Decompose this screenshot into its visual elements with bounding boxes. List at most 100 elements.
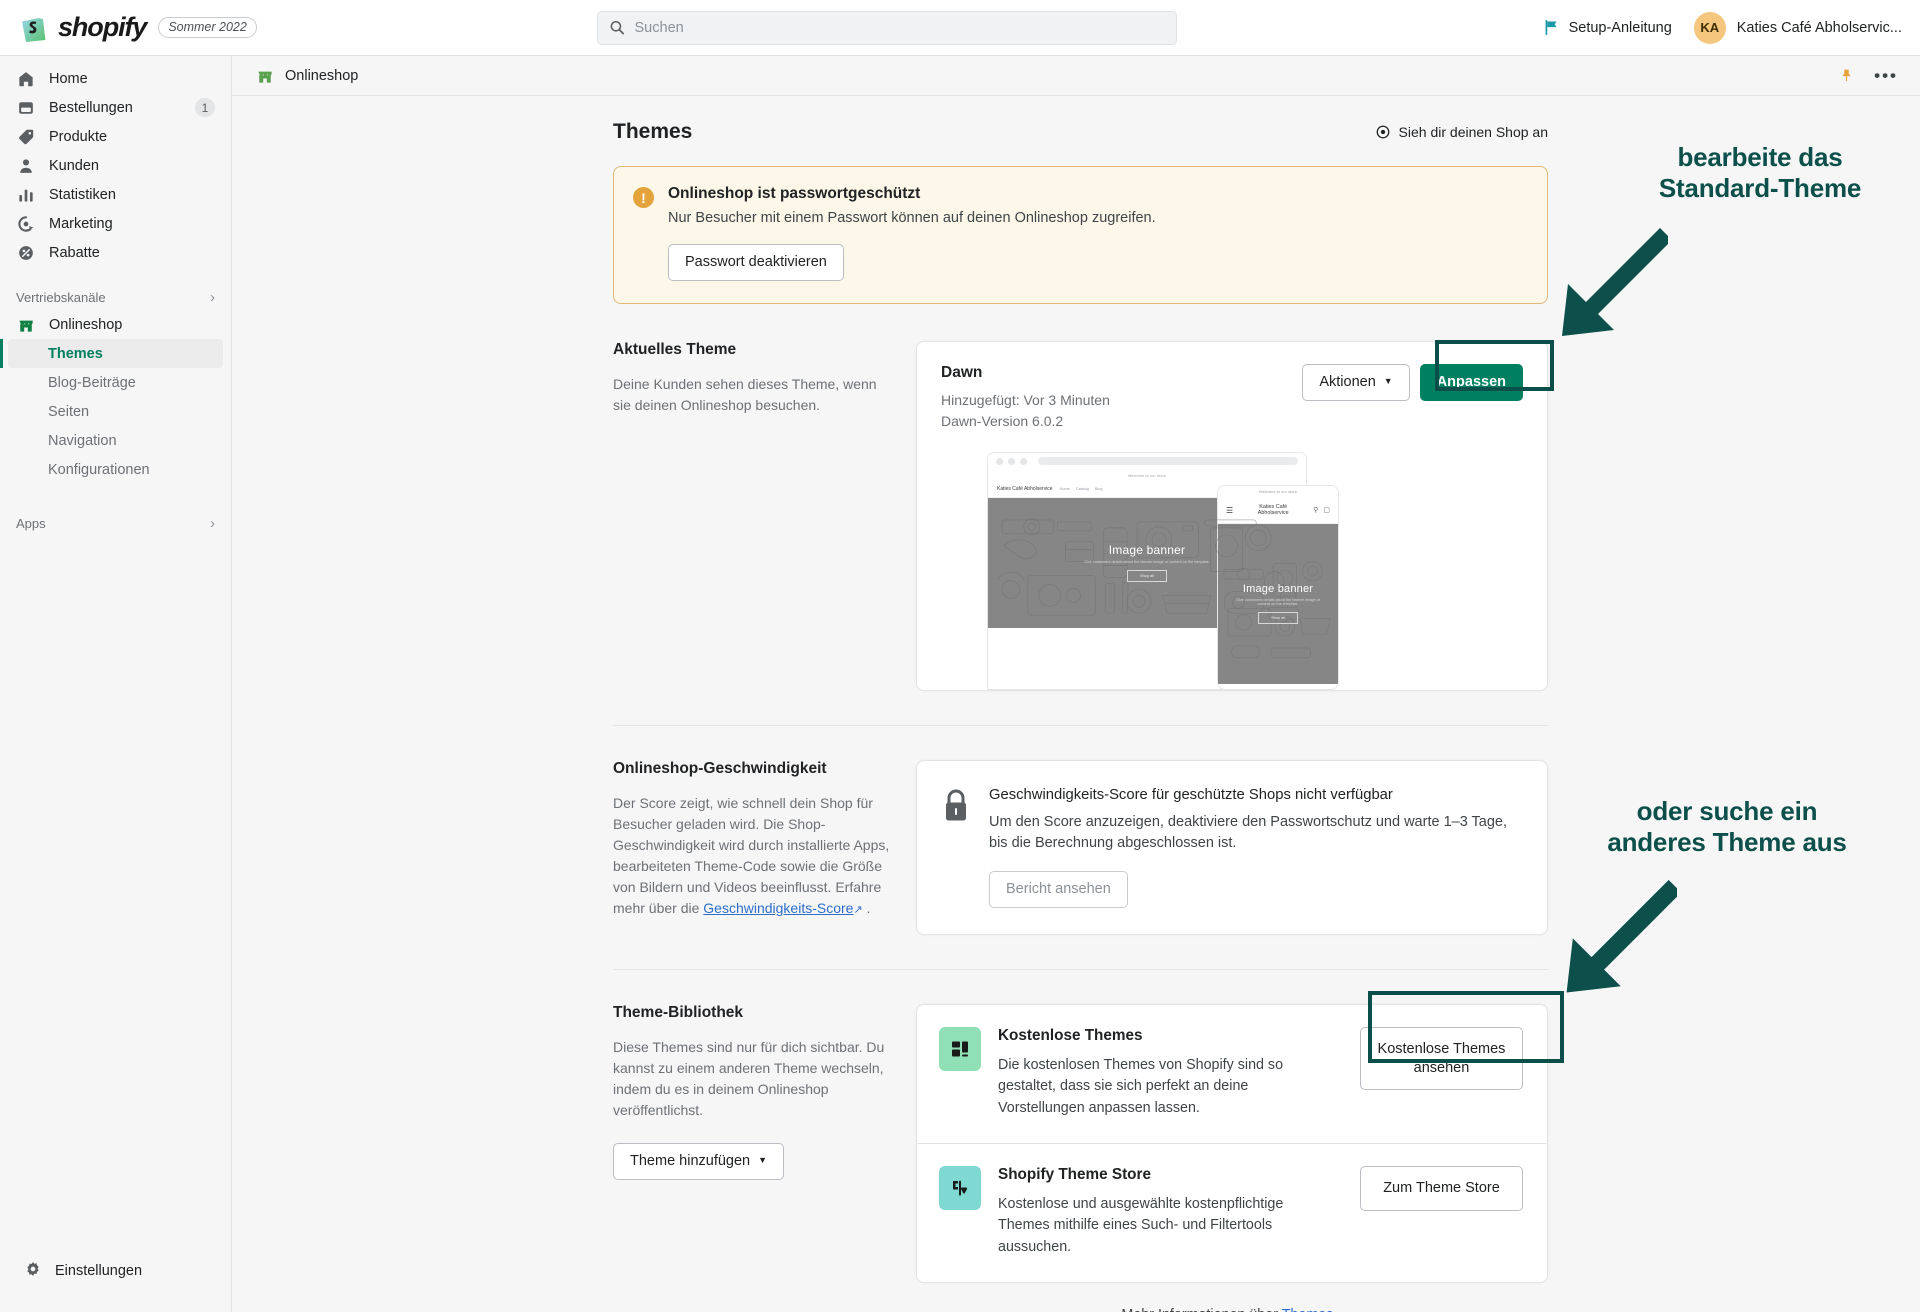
theme-library-section: Theme-Bibliothek Diese Themes sind nur f… — [613, 969, 1548, 1312]
chevron-down-icon: ▼ — [1384, 376, 1393, 388]
sidebar-item-produkte[interactable]: Produkte — [8, 122, 223, 151]
warning-icon: ! — [633, 187, 654, 208]
sidebar-item-bestellungen[interactable]: Bestellungen 1 — [8, 93, 223, 122]
more-info-prefix: Mehr Informationen über — [1121, 1307, 1281, 1312]
sidebar-item-einstellungen[interactable]: Einstellungen — [0, 1260, 232, 1282]
theme-library-cards: Kostenlose Themes Die kostenlosen Themes… — [916, 1004, 1548, 1312]
arrow-down-left-icon — [1548, 228, 1668, 348]
preview-announcement-text: Welcome to our store — [1128, 474, 1166, 478]
sidebar-item-kunden[interactable]: Kunden — [8, 151, 223, 180]
chevron-right-icon: › — [210, 290, 215, 305]
search-box[interactable] — [597, 11, 1177, 45]
free-themes-row: Kostenlose Themes Die kostenlosen Themes… — [917, 1005, 1547, 1143]
sidebar-item-label: Blog-Beiträge — [48, 375, 136, 391]
sidebar-group-vertriebskanaele[interactable]: Vertriebskanäle › — [0, 284, 231, 310]
preview-shop-name: Katies Café Abholservice — [997, 486, 1053, 492]
preview-announcement-text: Welcome to our store — [1259, 489, 1297, 494]
banner-title: Onlineshop ist passwortgeschützt — [668, 185, 1156, 203]
preview-nav-links: Home Catalog Blog — [1060, 487, 1103, 491]
sidebar-item-label: Konfigurationen — [48, 462, 150, 478]
preview-nav-link: Blog — [1095, 487, 1103, 491]
go-to-theme-store-button[interactable]: Zum Theme Store — [1360, 1166, 1523, 1211]
brand-area[interactable]: shopify Sommer 2022 — [0, 13, 232, 42]
view-free-themes-button[interactable]: Kostenlose Themes ansehen — [1360, 1027, 1523, 1091]
actions-dropdown-button[interactable]: Aktionen ▼ — [1302, 364, 1409, 401]
sidebar-item-onlineshop[interactable]: Onlineshop — [8, 310, 223, 339]
sidebar-item-label: Einstellungen — [55, 1263, 142, 1279]
window-dot — [1008, 458, 1015, 465]
pin-icon[interactable] — [1839, 67, 1854, 84]
account-menu[interactable]: KA Katies Café Abholservic... — [1694, 12, 1902, 44]
top-bar-right: Setup-Anleitung KA Katies Café Abholserv… — [1543, 12, 1920, 44]
speed-card-body: Geschwindigkeits-Score für geschützte Sh… — [989, 785, 1523, 908]
annotation-line-2: Standard-Theme — [1659, 173, 1861, 203]
view-shop-button[interactable]: Sieh dir deinen Shop an — [1375, 124, 1548, 140]
sidebar-item-label: Onlineshop — [49, 317, 215, 333]
cart-icon: ▢ — [1323, 506, 1330, 514]
browser-chrome — [988, 453, 1306, 470]
layout-blocks-icon — [939, 1027, 981, 1071]
sidebar-group-apps[interactable]: Apps › — [0, 510, 231, 536]
account-name: Katies Café Abholservic... — [1737, 20, 1902, 36]
themes-help-link[interactable]: Themes — [1282, 1307, 1334, 1312]
preview-announcement-bar: Welcome to our store — [1218, 486, 1338, 498]
sidebar-item-konfigurationen[interactable]: Konfigurationen — [8, 455, 223, 484]
theme-preview[interactable]: Welcome to our store Katies Café Abholse… — [917, 452, 1547, 690]
add-theme-button[interactable]: Theme hinzufügen ▼ — [613, 1143, 784, 1180]
bar-chart-icon — [16, 186, 36, 204]
sidebar-item-blogbeitraege[interactable]: Blog-Beiträge — [8, 368, 223, 397]
sidebar: Home Bestellungen 1 Produkte Kunden — [0, 56, 232, 1312]
search-input[interactable] — [635, 20, 1166, 36]
annotation-line-2: anderes Theme aus — [1607, 827, 1846, 857]
setup-guide-label: Setup-Anleitung — [1569, 20, 1672, 36]
sidebar-item-home[interactable]: Home — [8, 64, 223, 93]
current-theme-card: Dawn Hinzugefügt: Vor 3 Minuten Dawn-Ver… — [916, 341, 1548, 691]
theme-library-card-group: Kostenlose Themes Die kostenlosen Themes… — [916, 1004, 1548, 1284]
window-dot — [996, 458, 1003, 465]
sidebar-item-label: Rabatte — [49, 245, 215, 261]
view-report-button[interactable]: Bericht ansehen — [989, 871, 1128, 908]
sidebar-item-themes[interactable]: Themes — [8, 339, 223, 368]
current-theme-section: Aktuelles Theme Deine Kunden sehen diese… — [613, 341, 1548, 725]
sidebar-item-marketing[interactable]: Marketing — [8, 209, 223, 238]
store-speed-section: Onlineshop-Geschwindigkeit Der Score zei… — [613, 725, 1548, 969]
sidebar-item-statistiken[interactable]: Statistiken — [8, 180, 223, 209]
actions-label: Aktionen — [1319, 373, 1375, 392]
theme-store-row: Shopify Theme Store Kostenlose und ausge… — [917, 1143, 1547, 1282]
preview-hero-title: Image banner — [1109, 543, 1185, 557]
search-area — [232, 11, 1543, 45]
storefront-icon — [16, 316, 36, 334]
theme-version: Dawn-Version 6.0.2 — [941, 411, 1110, 432]
section-description: Diese Themes sind nur für dich sichtbar.… — [613, 1037, 890, 1121]
sidebar-item-rabatte[interactable]: Rabatte — [8, 238, 223, 267]
customize-button[interactable]: Anpassen — [1420, 364, 1523, 401]
avatar: KA — [1694, 12, 1726, 44]
sidebar-item-navigation[interactable]: Navigation — [8, 426, 223, 455]
orders-count-badge: 1 — [195, 98, 215, 117]
password-protection-banner: ! Onlineshop ist passwortgeschützt Nur B… — [613, 166, 1548, 304]
theme-store-body: Shopify Theme Store Kostenlose und ausge… — [998, 1166, 1343, 1258]
sidebar-item-label: Bestellungen — [49, 100, 182, 116]
ellipsis-icon[interactable]: ••• — [1874, 67, 1898, 84]
theme-name: Dawn — [941, 364, 1110, 382]
annotation-edit-default-theme: bearbeite das Standard-Theme — [1620, 142, 1900, 203]
search-icon: ⚲ — [1313, 506, 1318, 514]
gear-icon — [24, 1260, 42, 1282]
setup-guide-button[interactable]: Setup-Anleitung — [1543, 19, 1672, 36]
preview-mobile-header-icons: ⚲ ▢ — [1313, 506, 1330, 514]
section-title: Aktuelles Theme — [613, 341, 890, 359]
button-label: Zum Theme Store — [1383, 1180, 1500, 1196]
disable-password-button[interactable]: Passwort deaktivieren — [668, 244, 844, 281]
speed-score-link[interactable]: Geschwindigkeits-Score — [703, 900, 853, 916]
tag-icon — [16, 128, 36, 146]
speed-score-card: Geschwindigkeits-Score für geschützte Sh… — [916, 760, 1548, 935]
breadcrumb[interactable]: Onlineshop — [256, 67, 358, 85]
theme-library-info: Theme-Bibliothek Diese Themes sind nur f… — [613, 1004, 916, 1312]
section-description-suffix: . — [863, 900, 871, 916]
sidebar-item-label: Marketing — [49, 216, 215, 232]
sidebar-item-label: Home — [49, 71, 215, 87]
page-title: Themes — [613, 120, 692, 144]
orders-inbox-icon — [16, 99, 36, 117]
sidebar-item-seiten[interactable]: Seiten — [8, 397, 223, 426]
preview-nav-link: Catalog — [1076, 487, 1089, 491]
